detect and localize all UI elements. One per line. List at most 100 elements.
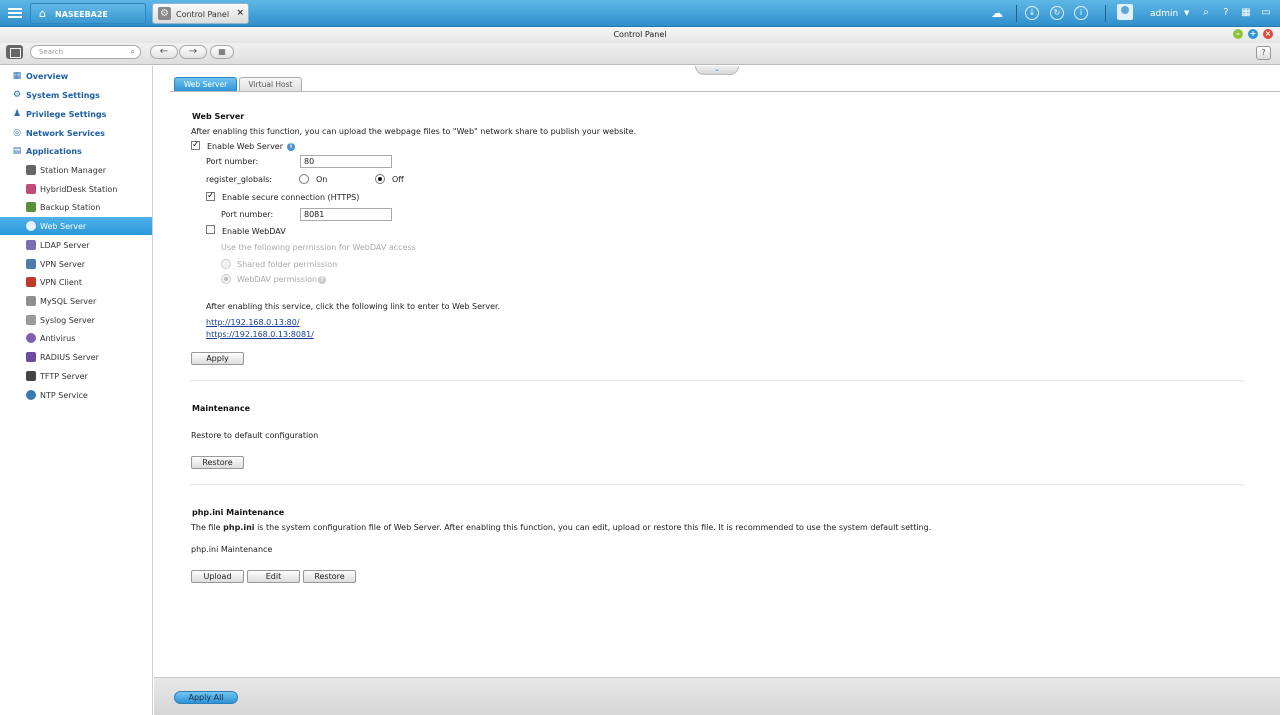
enable-https-checkbox[interactable]: ✓ [206,192,215,201]
username[interactable]: admin [1150,9,1178,19]
sidebar-item-label: Applications [26,147,82,156]
sidebar-item-network-services[interactable]: ◎ Network Services [0,124,152,142]
sidebar-toggle-icon[interactable] [6,45,23,59]
sidebar-item-ntp-service[interactable]: NTP Service [0,386,152,404]
footer-bar: Apply All [154,677,1280,715]
apply-button[interactable]: Apply [191,352,244,365]
info-icon[interactable]: i [287,143,295,151]
register-globals-on-label: On [316,175,328,184]
enable-web-server-checkbox[interactable]: ✓ [191,141,200,150]
restore-button[interactable]: Restore [191,456,244,469]
grid-view-button[interactable]: ▦ [210,45,234,59]
sidebar-item-label: Network Services [26,129,105,138]
restore-default-label: Restore to default configuration [191,431,319,440]
monitor-icon[interactable]: ▭ [1258,5,1274,21]
sidebar-item-overview[interactable]: ▦ Overview [0,67,152,85]
sidebar-item-label: Overview [26,72,69,81]
section-heading-phpini: php.ini Maintenance [192,508,285,517]
section-heading-maintenance: Maintenance [192,404,251,413]
station-manager-icon [26,165,36,175]
hybriddesk-icon [26,184,36,194]
back-button[interactable]: ← [150,45,178,59]
sidebar-item-backup-station[interactable]: Backup Station [0,198,152,216]
register-globals-off-radio[interactable] [375,174,385,184]
web-server-icon [26,221,36,231]
gear-icon: ⚙ [158,7,171,20]
http-link[interactable]: http://192.168.0.13:80/ [206,318,300,327]
search-icon[interactable]: ⌕ [131,47,135,57]
chevron-down-icon[interactable]: ▼ [1184,9,1189,17]
sidebar-item-label: HybridDesk Station [40,185,118,194]
phpini-label: php.ini Maintenance [191,545,273,554]
download-icon[interactable]: ↓ [1025,6,1039,20]
https-port-input[interactable]: 8081 [300,208,392,221]
link-hint: After enabling this service, click the f… [206,302,501,311]
search-box[interactable]: ⌕ [30,45,141,59]
minimize-button[interactable]: – [1233,29,1243,39]
edit-button[interactable]: Edit [247,570,300,583]
webdav-shared-folder-label: Shared folder permission [237,260,338,269]
phpini-restore-button[interactable]: Restore [303,570,356,583]
search-icon[interactable]: ⌕ [1198,5,1214,21]
nas-home-tab[interactable]: ⌂ NASEEBA2E [30,3,146,24]
antivirus-icon [26,333,36,343]
enable-web-server-label: Enable Web Server [207,142,284,151]
sidebar-item-syslog-server[interactable]: Syslog Server [0,311,152,329]
backup-icon [26,202,36,212]
divider [189,380,1244,381]
sidebar-item-system-settings[interactable]: ⚙ System Settings [0,86,152,104]
tab-virtual-host[interactable]: Virtual Host [239,77,302,91]
sidebar-item-radius-server[interactable]: RADIUS Server [0,348,152,366]
sidebar-item-label: Privilege Settings [26,110,107,119]
enable-webdav-label: Enable WebDAV [222,227,286,236]
help-icon[interactable]: ? [1218,5,1234,21]
sidebar-item-web-server[interactable]: Web Server [0,217,152,235]
sidebar-item-hybriddesk-station[interactable]: HybridDesk Station [0,180,152,198]
web-server-description: After enabling this function, you can up… [191,127,637,136]
sync-icon[interactable]: ↻ [1050,6,1064,20]
control-panel-tab[interactable]: ⚙ Control Panel × [152,3,249,24]
ldap-icon [26,240,36,250]
cloud-icon[interactable]: ☁ [989,5,1005,21]
webdav-permission-radio[interactable] [221,274,231,284]
upload-button[interactable]: Upload [191,570,244,583]
info-icon[interactable]: i [1074,6,1088,20]
sidebar-item-mysql-server[interactable]: MySQL Server [0,292,152,310]
sidebar-item-tftp-server[interactable]: TFTP Server [0,367,152,385]
port-number-input[interactable]: 80 [300,155,392,168]
apply-all-button[interactable]: Apply All [174,691,238,704]
search-input[interactable] [39,47,127,57]
sidebar-item-applications[interactable]: ▤ Applications [0,142,152,160]
phpini-desc-post: is the system configuration file of Web … [254,523,932,532]
sidebar-item-label: RADIUS Server [40,353,99,362]
sidebar-item-vpn-client[interactable]: VPN Client [0,273,152,291]
close-tab-icon[interactable]: × [236,8,244,18]
sidebar-item-ldap-server[interactable]: LDAP Server [0,236,152,254]
forward-button[interactable]: → [179,45,207,59]
enable-https-label: Enable secure connection (HTTPS) [222,193,360,202]
nas-name: NASEEBA2E [55,10,108,19]
sidebar-item-label: Web Server [40,222,87,231]
tab-web-server[interactable]: Web Server [174,77,237,91]
enable-webdav-checkbox[interactable] [206,225,215,234]
port-number-label: Port number: [206,157,259,166]
register-globals-on-radio[interactable] [299,174,309,184]
user-avatar[interactable] [1117,4,1133,20]
menu-icon[interactable] [8,6,22,20]
sidebar-item-antivirus[interactable]: Antivirus [0,329,152,347]
help-button[interactable]: ? [1256,46,1271,60]
https-link[interactable]: https://192.168.0.13:8081/ [206,330,314,339]
sidebar-item-label: Antivirus [40,334,76,343]
chevron-down-icon[interactable]: ⌄ [695,66,739,75]
divider [1105,5,1106,22]
close-button[interactable]: × [1263,29,1273,39]
maximize-button[interactable]: + [1248,29,1258,39]
grid-icon[interactable]: ▦ [1238,5,1254,21]
sidebar-item-privilege-settings[interactable]: ♟ Privilege Settings [0,105,152,123]
ntp-icon [26,390,36,400]
sidebar-item-station-manager[interactable]: Station Manager [0,161,152,179]
radius-icon [26,352,36,362]
sidebar-item-vpn-server[interactable]: VPN Server [0,255,152,273]
phpini-desc-bold: php.ini [223,523,255,532]
webdav-shared-folder-radio[interactable] [221,259,231,269]
